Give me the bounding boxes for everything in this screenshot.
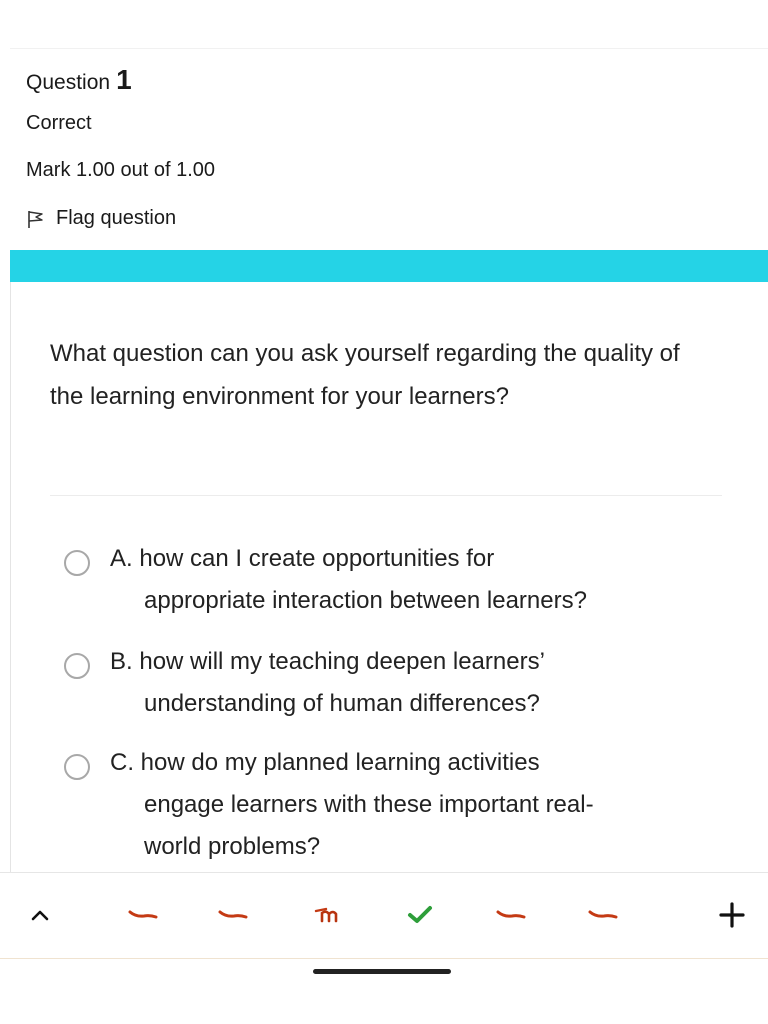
answer-line: world problems? [144,833,321,860]
checkmark-icon[interactable] [405,900,435,930]
chevron-up-icon[interactable] [28,900,52,930]
answer-text: C. how do my planned learning activities… [110,742,680,868]
plus-icon[interactable] [715,900,749,930]
answer-line: engage learners with these important rea… [144,791,594,818]
answer-text: B. how will my teaching deepen learners’… [110,641,680,725]
marker-icon[interactable] [312,900,342,930]
content-left-border [10,282,11,872]
answer-letter: B. [110,648,133,675]
question-grade: Mark 1.00 out of 1.00 [26,159,216,181]
highlight-icon[interactable] [588,900,618,930]
radio-button[interactable] [64,550,90,576]
answer-line: how do my planned learning activities [140,749,540,776]
answer-letter: A. [110,545,133,572]
highlight-icon[interactable] [496,900,526,930]
toolbar-bottom-divider [0,958,768,959]
answer-option-a[interactable]: A. how can I create opportunities for ap… [64,538,680,622]
toolbar-top-divider [0,872,768,873]
radio-button[interactable] [64,653,90,679]
question-label: Question [26,71,111,94]
flag-icon [28,210,43,228]
question-state: Correct [26,112,92,134]
answer-letter: C. [110,749,134,776]
question-number: Question 1 [26,64,132,96]
answer-line: how can I create opportunities for [139,545,495,572]
highlight-icon[interactable] [218,900,248,930]
question-divider [50,495,722,496]
radio-button[interactable] [64,754,90,780]
highlight-icon[interactable] [128,900,158,930]
answer-option-c[interactable]: C. how do my planned learning activities… [64,742,680,868]
home-indicator[interactable] [313,969,451,974]
answer-option-b[interactable]: B. how will my teaching deepen learners’… [64,641,680,725]
answer-line: understanding of human differences? [144,690,540,717]
flag-question-label: Flag question [56,207,177,229]
answer-text: A. how can I create opportunities for ap… [110,538,680,622]
top-divider [10,48,768,49]
annotation-toolbar [0,880,768,950]
question-number-value: 1 [116,64,132,95]
answer-line: appropriate interaction between learners… [144,587,587,614]
question-header-bar [10,250,768,282]
question-text: What question can you ask yourself regar… [50,340,680,410]
answer-line: how will my teaching deepen learners’ [139,648,545,675]
flag-question-link[interactable]: Flag question [26,207,176,230]
